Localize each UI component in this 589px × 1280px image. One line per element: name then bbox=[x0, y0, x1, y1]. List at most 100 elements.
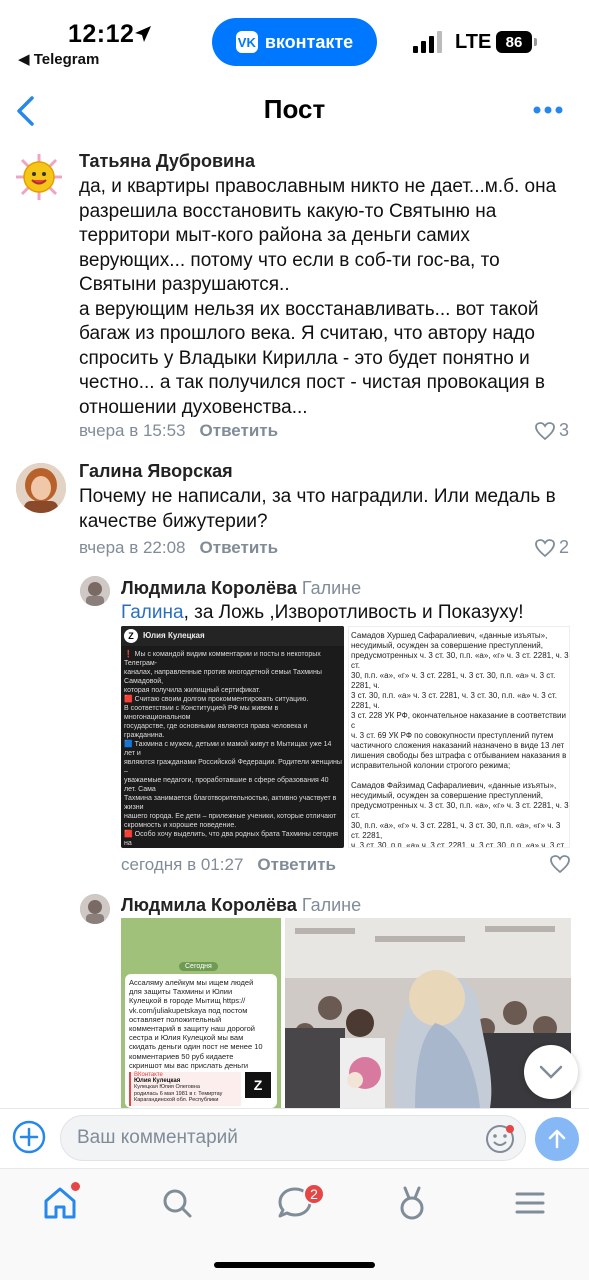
page-title: Пост bbox=[263, 94, 326, 124]
tg-text-line: скромность и хорошее поведение. bbox=[124, 822, 237, 829]
comment-author: Людмила Королёва Галине bbox=[121, 895, 361, 916]
doc-text: Самадов Хуршед Сафаралиевич, «данные изъ… bbox=[351, 631, 569, 848]
attached-image-document[interactable]: Самадов Хуршед Сафаралиевич, «данные изъ… bbox=[348, 626, 570, 848]
chat-text-line: скриншот мы вас прислать деньги bbox=[129, 1060, 249, 1070]
tg-text-line: гражданина. bbox=[124, 732, 165, 739]
comment-meta: вчера в 15:53 Ответить bbox=[79, 421, 278, 441]
chat-text-line: Ассаляму алейкум мы ищем людей bbox=[129, 978, 254, 987]
doc-text-line: Самадов Хуршед Сафаралиевич, «данные изъ… bbox=[351, 631, 548, 640]
heart-icon bbox=[535, 421, 555, 440]
preview-text-line: Карагандинской обл. Республики bbox=[134, 1097, 219, 1103]
date-chip: Сегодня bbox=[179, 962, 218, 971]
author-name[interactable]: Людмила Королёва bbox=[121, 578, 297, 598]
doc-text-line: несудимый, осужден за совершение преступ… bbox=[351, 791, 543, 800]
messages-badge: 2 bbox=[303, 1183, 325, 1205]
scroll-down-button[interactable] bbox=[524, 1045, 578, 1099]
comment-meta: вчера в 22:08 Ответить bbox=[79, 538, 278, 558]
tab-search-icon[interactable] bbox=[157, 1183, 197, 1223]
avatar[interactable] bbox=[80, 894, 110, 924]
tg-text-line: 🟥 Считаю своим долгом прокомментировать … bbox=[124, 696, 309, 703]
tab-clips-icon[interactable] bbox=[392, 1183, 432, 1223]
doc-text-line: ч. 3 ст. 30, п.п. «а» ч. 3 ст. 2281, ч. … bbox=[351, 841, 566, 848]
z-logo-icon: Z bbox=[245, 1072, 271, 1098]
chat-text-line: комментариев 50 руб кидаете bbox=[129, 1051, 234, 1061]
more-dots-icon[interactable] bbox=[532, 104, 564, 116]
attached-image-chat[interactable]: Сегодня Ассаляму алейкум мы ищем людей дл… bbox=[121, 918, 281, 1108]
home-indicator bbox=[214, 1262, 375, 1268]
heart-icon bbox=[535, 538, 555, 557]
person-photo-icon bbox=[16, 463, 66, 513]
doc-text-line: исправительной колонии строгого режима; bbox=[351, 761, 511, 770]
nav-header: Пост bbox=[0, 80, 589, 140]
doc-text-line: частичного сложения наказаний назначено … bbox=[351, 741, 565, 750]
like-count: 2 bbox=[559, 537, 570, 557]
tab-menu-icon[interactable] bbox=[510, 1183, 550, 1223]
battery-icon: 86 bbox=[496, 31, 538, 53]
back-to-telegram-link[interactable]: ◀ Telegram bbox=[18, 50, 99, 68]
comment-author[interactable]: Галина Яворская bbox=[79, 461, 233, 482]
chat-text-line: скидать деньги один пост не менее 10 bbox=[129, 1042, 263, 1052]
person-photo-icon bbox=[80, 894, 110, 924]
chat-text-line: Кулецкой в городе Мытищ https:// bbox=[129, 996, 246, 1006]
tg-text-line: ❗ Мы с командой видим комментарии и пост… bbox=[124, 651, 321, 667]
doc-text-line: 3 ст. 30, п.п. «а» ч. 3 ст. 2281, ч. 3 с… bbox=[351, 691, 557, 710]
send-button[interactable] bbox=[535, 1117, 579, 1161]
reply-to[interactable]: Галине bbox=[302, 895, 361, 915]
reply-button[interactable]: Ответить bbox=[200, 421, 279, 440]
chat-text-line: комментарий в защиту наш дорогой bbox=[129, 1024, 255, 1034]
vk-logo-icon: VK bbox=[235, 31, 258, 53]
tg-text-line: 🟦 Тахмина с мужем, детьми и мамой живут … bbox=[124, 741, 332, 757]
doc-text-line: Самадов Файзимад Сафаралиевич, «данные и… bbox=[351, 781, 557, 790]
chat-message-text: Ассаляму алейкум мы ищем людей для защиты… bbox=[129, 978, 275, 1070]
add-attachment-icon[interactable] bbox=[12, 1120, 46, 1154]
vk-app-pill[interactable]: VK вконтакте bbox=[212, 18, 377, 66]
person-photo-icon bbox=[80, 576, 110, 606]
attached-image-telegram[interactable]: Z Юлия Кулецкая ❗ Мы с командой видим ко… bbox=[121, 626, 344, 848]
home-notification-dot bbox=[71, 1182, 80, 1191]
reply-button[interactable]: Ответить bbox=[257, 855, 336, 874]
doc-text-line: несудимый, осужден за совершение преступ… bbox=[351, 641, 543, 650]
doc-text-line: ч. 3 ст. 69 УК РФ по совокупности престу… bbox=[351, 731, 554, 740]
network-type: LTE bbox=[455, 31, 492, 53]
emoji-icon[interactable] bbox=[484, 1123, 516, 1155]
comment-author[interactable]: Татьяна Дубровина bbox=[79, 151, 255, 172]
comment-input[interactable]: Ваш комментарий bbox=[60, 1115, 526, 1161]
reply-to[interactable]: Галине bbox=[302, 578, 361, 598]
comment-author: Людмила Королёва Галине bbox=[121, 578, 361, 599]
comment-time: вчера в 22:08 bbox=[79, 538, 186, 557]
reply-button[interactable]: Ответить bbox=[200, 538, 279, 557]
like-button[interactable] bbox=[550, 855, 570, 873]
preview-text: Кулецкая Юлия Олеговна родилась 6 мая 198… bbox=[134, 1084, 241, 1104]
vk-pill-label: вконтакте bbox=[264, 31, 354, 52]
tg-text-line: Тахмина занимается благотворительностью,… bbox=[124, 795, 337, 811]
avatar[interactable] bbox=[14, 152, 64, 202]
battery-level: 86 bbox=[496, 31, 532, 53]
tg-text-line: уважаемые педагоги, проработавшие в сфер… bbox=[124, 777, 329, 793]
author-name[interactable]: Людмила Королёва bbox=[121, 895, 297, 915]
tg-header: Z Юлия Кулецкая bbox=[121, 626, 344, 646]
status-bar: 12:12 ◀ Telegram VK вконтакте LTE 86 bbox=[0, 0, 589, 78]
mention-link[interactable]: Галина bbox=[121, 602, 184, 623]
location-arrow-icon bbox=[135, 26, 151, 42]
chat-text-line: vk.com/juliakupetskaya под постом bbox=[129, 1005, 248, 1015]
clock: 12:12 bbox=[68, 20, 135, 48]
chat-text-line: для защиты Тахмины и Юлии bbox=[129, 987, 233, 997]
link-preview: ВКонтакте Юлия Кулецкая Кулецкая Юлия Ол… bbox=[129, 1072, 241, 1106]
comment-input-bar: Ваш комментарий bbox=[0, 1108, 589, 1168]
chat-text-line: оставляет положительный bbox=[129, 1014, 222, 1024]
doc-text-line: 30, п.п. «а», «г» ч. 3 ст. 2281, ч. 3 ст… bbox=[351, 671, 556, 690]
comment-meta: сегодня в 01:27 Ответить bbox=[121, 855, 336, 875]
comment-text: да, и квартиры православным никто не дае… bbox=[79, 176, 557, 418]
doc-text-line: предусмотренных ч. 3 ст. 30, п.п. «а», «… bbox=[351, 651, 569, 670]
tg-message-text: ❗ Мы с командой видим комментарии и пост… bbox=[124, 650, 342, 848]
z-logo-icon: Z bbox=[124, 629, 138, 643]
avatar[interactable] bbox=[16, 463, 66, 513]
avatar[interactable] bbox=[80, 576, 110, 606]
comment-time: вчера в 15:53 bbox=[79, 421, 186, 440]
like-button[interactable]: 3 bbox=[535, 420, 569, 441]
doc-text-line: 3 ст. 228 УК РФ, окончательное наказание… bbox=[351, 711, 566, 730]
doc-text-line bbox=[351, 771, 569, 781]
tg-text-line: 🟥 Особо хочу выделить, что два родных бр… bbox=[124, 831, 338, 847]
tg-text-line: нашего города. Ее дети – прилежные учени… bbox=[124, 813, 337, 820]
like-button[interactable]: 2 bbox=[535, 537, 569, 558]
